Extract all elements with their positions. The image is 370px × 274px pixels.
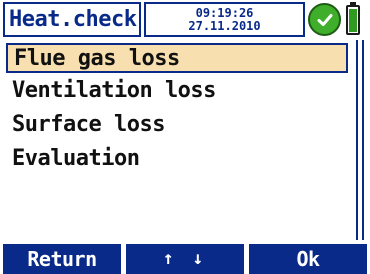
scrollbar-track — [362, 40, 364, 240]
battery-level-fill — [349, 9, 357, 32]
navigate-up-down-button[interactable]: ↑ ↓ — [126, 244, 244, 274]
menu-item-evaluation[interactable]: Evaluation — [6, 145, 348, 175]
status-area — [308, 1, 368, 37]
device-screen: Heat.check 09:19:26 27.11.2010 Flue gas … — [0, 0, 370, 274]
date-display: 27.11.2010 — [188, 19, 261, 33]
return-button[interactable]: Return — [3, 244, 121, 274]
scrollbar[interactable] — [359, 40, 367, 240]
app-title: Heat.check — [3, 2, 141, 37]
datetime-display: 09:19:26 27.11.2010 — [144, 2, 305, 37]
menu-item-surface-loss[interactable]: Surface loss — [6, 111, 348, 141]
battery-icon — [346, 1, 360, 35]
check-circle-icon — [308, 3, 341, 36]
ok-button[interactable]: Ok — [249, 244, 367, 274]
menu-item-ventilation-loss[interactable]: Ventilation loss — [6, 77, 348, 107]
menu-list: Flue gas loss Ventilation loss Surface l… — [3, 40, 358, 240]
menu-item-flue-gas-loss[interactable]: Flue gas loss — [6, 43, 348, 73]
